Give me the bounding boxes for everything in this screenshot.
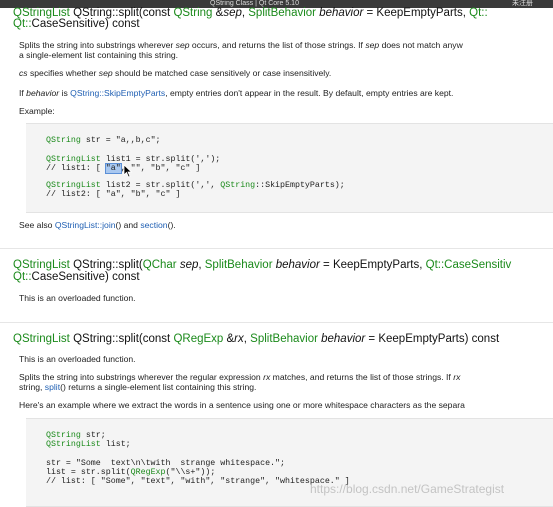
overload-note: This is an overloaded function. <box>19 354 136 364</box>
qchar-type-link[interactable]: QChar <box>143 259 177 271</box>
qt-link[interactable]: Qt:: <box>13 271 32 283</box>
qregexp-type-link[interactable]: QRegExp <box>173 333 223 345</box>
qstringlist-join-link[interactable]: QStringList::join <box>55 220 116 230</box>
splitbehavior-link[interactable]: SplitBehavior <box>250 333 318 345</box>
doc-content: QStringList QString::split(const QString… <box>0 0 553 507</box>
qstringlist-link[interactable]: QStringList <box>13 259 70 271</box>
code-example-1: QString str = "a,,b,c"; QStringList list… <box>26 123 553 213</box>
split-link[interactable]: split <box>45 382 60 392</box>
example-label: Example: <box>19 106 55 116</box>
regexp-description: Splits the string into substrings wherev… <box>19 372 461 382</box>
regexp-description-line2: string, split() returns a single-element… <box>19 382 257 392</box>
watermark: https://blog.csdn.net/GameStrategist <box>310 482 505 496</box>
code-line: QStringList list; <box>46 440 131 449</box>
cs-description: cs specifies whether sep should be match… <box>19 68 332 78</box>
split-qstring-signature-line2: Qt::CaseSensitive) const <box>13 18 140 30</box>
split-qregexp-signature: QStringList QString::split(const QRegExp… <box>13 333 500 345</box>
section-link[interactable]: section <box>140 220 167 230</box>
code-line: // list: [ "Some", "text", "with", "stra… <box>46 477 350 486</box>
code-line: QString str = "a,,b,c"; <box>46 136 161 145</box>
see-also: See also QStringList::join() and section… <box>19 220 176 230</box>
section-divider <box>0 248 553 249</box>
overload-note: This is an overloaded function. <box>19 293 136 303</box>
mouse-cursor-icon <box>123 164 133 178</box>
qt-link[interactable]: Qt:: <box>13 18 32 30</box>
regexp-example-intro: Here's an example where we extract the w… <box>19 400 465 410</box>
splitbehavior-link[interactable]: SplitBehavior <box>248 7 316 19</box>
qstringlist-link[interactable]: QStringList <box>13 333 70 345</box>
skipemptyparts-link[interactable]: QString::SkipEmptyParts <box>70 88 165 98</box>
qstring-type-link[interactable]: QString <box>173 7 212 19</box>
qt-casesensitive-link[interactable]: Qt::CaseSensitiv <box>426 259 512 271</box>
selected-text[interactable]: "a" <box>104 163 122 174</box>
section-divider <box>0 322 553 323</box>
split-qchar-signature: QStringList QString::split(QChar sep, Sp… <box>13 259 512 271</box>
behavior-description: If behavior is QString::SkipEmptyParts, … <box>19 88 454 98</box>
splitbehavior-link[interactable]: SplitBehavior <box>205 259 273 271</box>
split-qchar-signature-line2: Qt::CaseSensitive) const <box>13 271 140 283</box>
split-description: Splits the string into substrings wherev… <box>19 40 463 50</box>
code-line: // list2: [ "a", "b", "c" ] <box>46 190 181 199</box>
split-description-line2: a single-element list containing this st… <box>19 50 179 60</box>
qt-namespace-link[interactable]: Qt:: <box>469 7 488 19</box>
